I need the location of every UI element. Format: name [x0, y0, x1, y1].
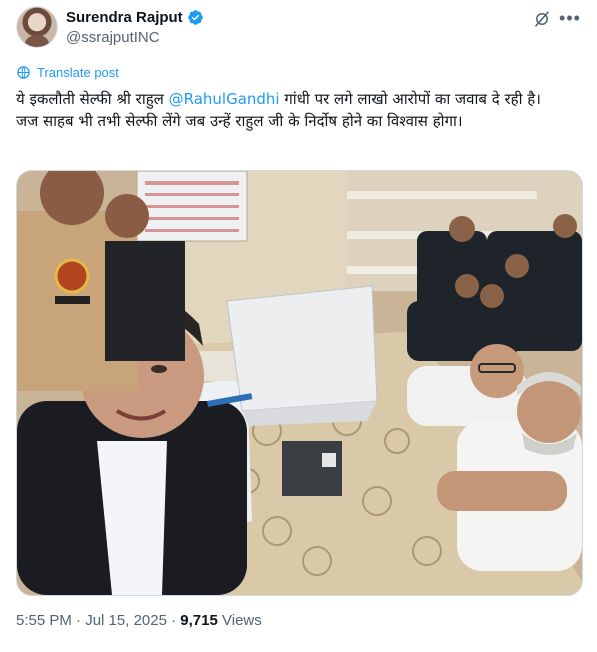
tweet-text: ये इकलौती सेल्फी श्री राहुल @RahulGandhi… [16, 88, 576, 132]
views-label: Views [217, 612, 262, 629]
tweet-line-2: जज साहब भी तभी सेल्फी लेंगे जब उन्हें रा… [16, 112, 463, 130]
more-horizontal-icon[interactable]: ••• [559, 8, 581, 30]
translate-post-link[interactable]: Translate post [16, 65, 119, 80]
meta-separator-2: · [166, 612, 181, 629]
tweet-meta: 5:55 PM · Jul 15, 2025 · 9,715 Views [16, 612, 262, 629]
translate-label: Translate post [37, 65, 119, 80]
tweet-line-1: ये इकलौती सेल्फी श्री राहुल @RahulGandhi… [16, 88, 576, 110]
avatar[interactable] [16, 6, 58, 48]
tweet-header: Surendra Rajput @ssrajputINC ••• [16, 6, 581, 50]
tweet-text-pre: ये इकलौती सेल्फी श्री राहुल [16, 90, 169, 108]
courtroom-selfie-image [17, 171, 582, 595]
translate-globe-icon [17, 66, 30, 79]
views-count: 9,715 [180, 612, 218, 629]
author-handle[interactable]: @ssrajputINC [66, 29, 160, 46]
meta-separator: · [71, 612, 86, 629]
tweet-text-post: गांधी पर लगे लाखो आरोपों का जवाब दे रही … [279, 90, 541, 108]
grok-slash-icon[interactable] [533, 10, 551, 28]
tweet-date[interactable]: Jul 15, 2025 [85, 612, 167, 629]
author-name-row: Surendra Rajput [66, 9, 204, 26]
author-display-name[interactable]: Surendra Rajput [66, 9, 183, 26]
mention-link[interactable]: @RahulGandhi [169, 90, 280, 108]
verified-badge-icon [187, 10, 203, 25]
tweet-photo[interactable] [16, 170, 583, 596]
tweet-time[interactable]: 5:55 PM [16, 612, 72, 629]
